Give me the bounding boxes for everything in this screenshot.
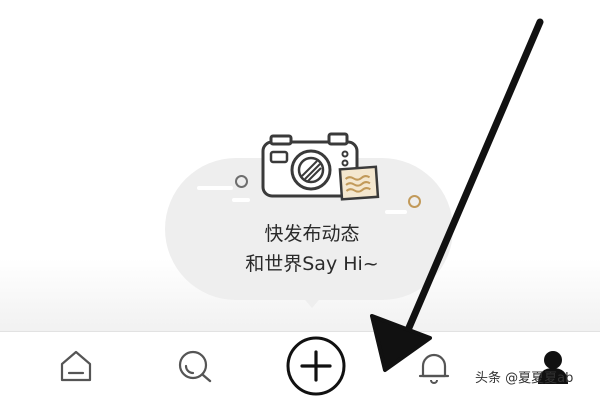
decor-circle-accent xyxy=(408,195,421,208)
empty-state-subtitle: 和世界Say Hi~ xyxy=(245,253,379,275)
app-screen: 快发布动态 和世界Say Hi~ 头条 @夏夏夏ab xyxy=(0,0,600,400)
discover-icon xyxy=(175,346,215,386)
notification-bell-icon xyxy=(414,346,454,386)
add-post-icon xyxy=(285,335,347,397)
tab-profile[interactable] xyxy=(525,332,581,400)
decor-line xyxy=(385,210,407,214)
tab-notifications[interactable] xyxy=(406,332,462,400)
watermark: 头条 @夏夏夏ab xyxy=(475,371,574,386)
speech-bubble-tail xyxy=(300,294,324,308)
tab-discover[interactable] xyxy=(167,332,223,400)
empty-state-title: 快发布动态 xyxy=(264,223,360,245)
add-post-button[interactable] xyxy=(284,332,348,400)
home-icon xyxy=(56,346,96,386)
camera-icon xyxy=(255,132,395,204)
tab-home[interactable] xyxy=(48,332,104,400)
decor-line xyxy=(197,186,233,190)
bottom-tab-bar xyxy=(0,332,600,400)
decor-line xyxy=(232,198,250,202)
decor-circle xyxy=(235,175,248,188)
